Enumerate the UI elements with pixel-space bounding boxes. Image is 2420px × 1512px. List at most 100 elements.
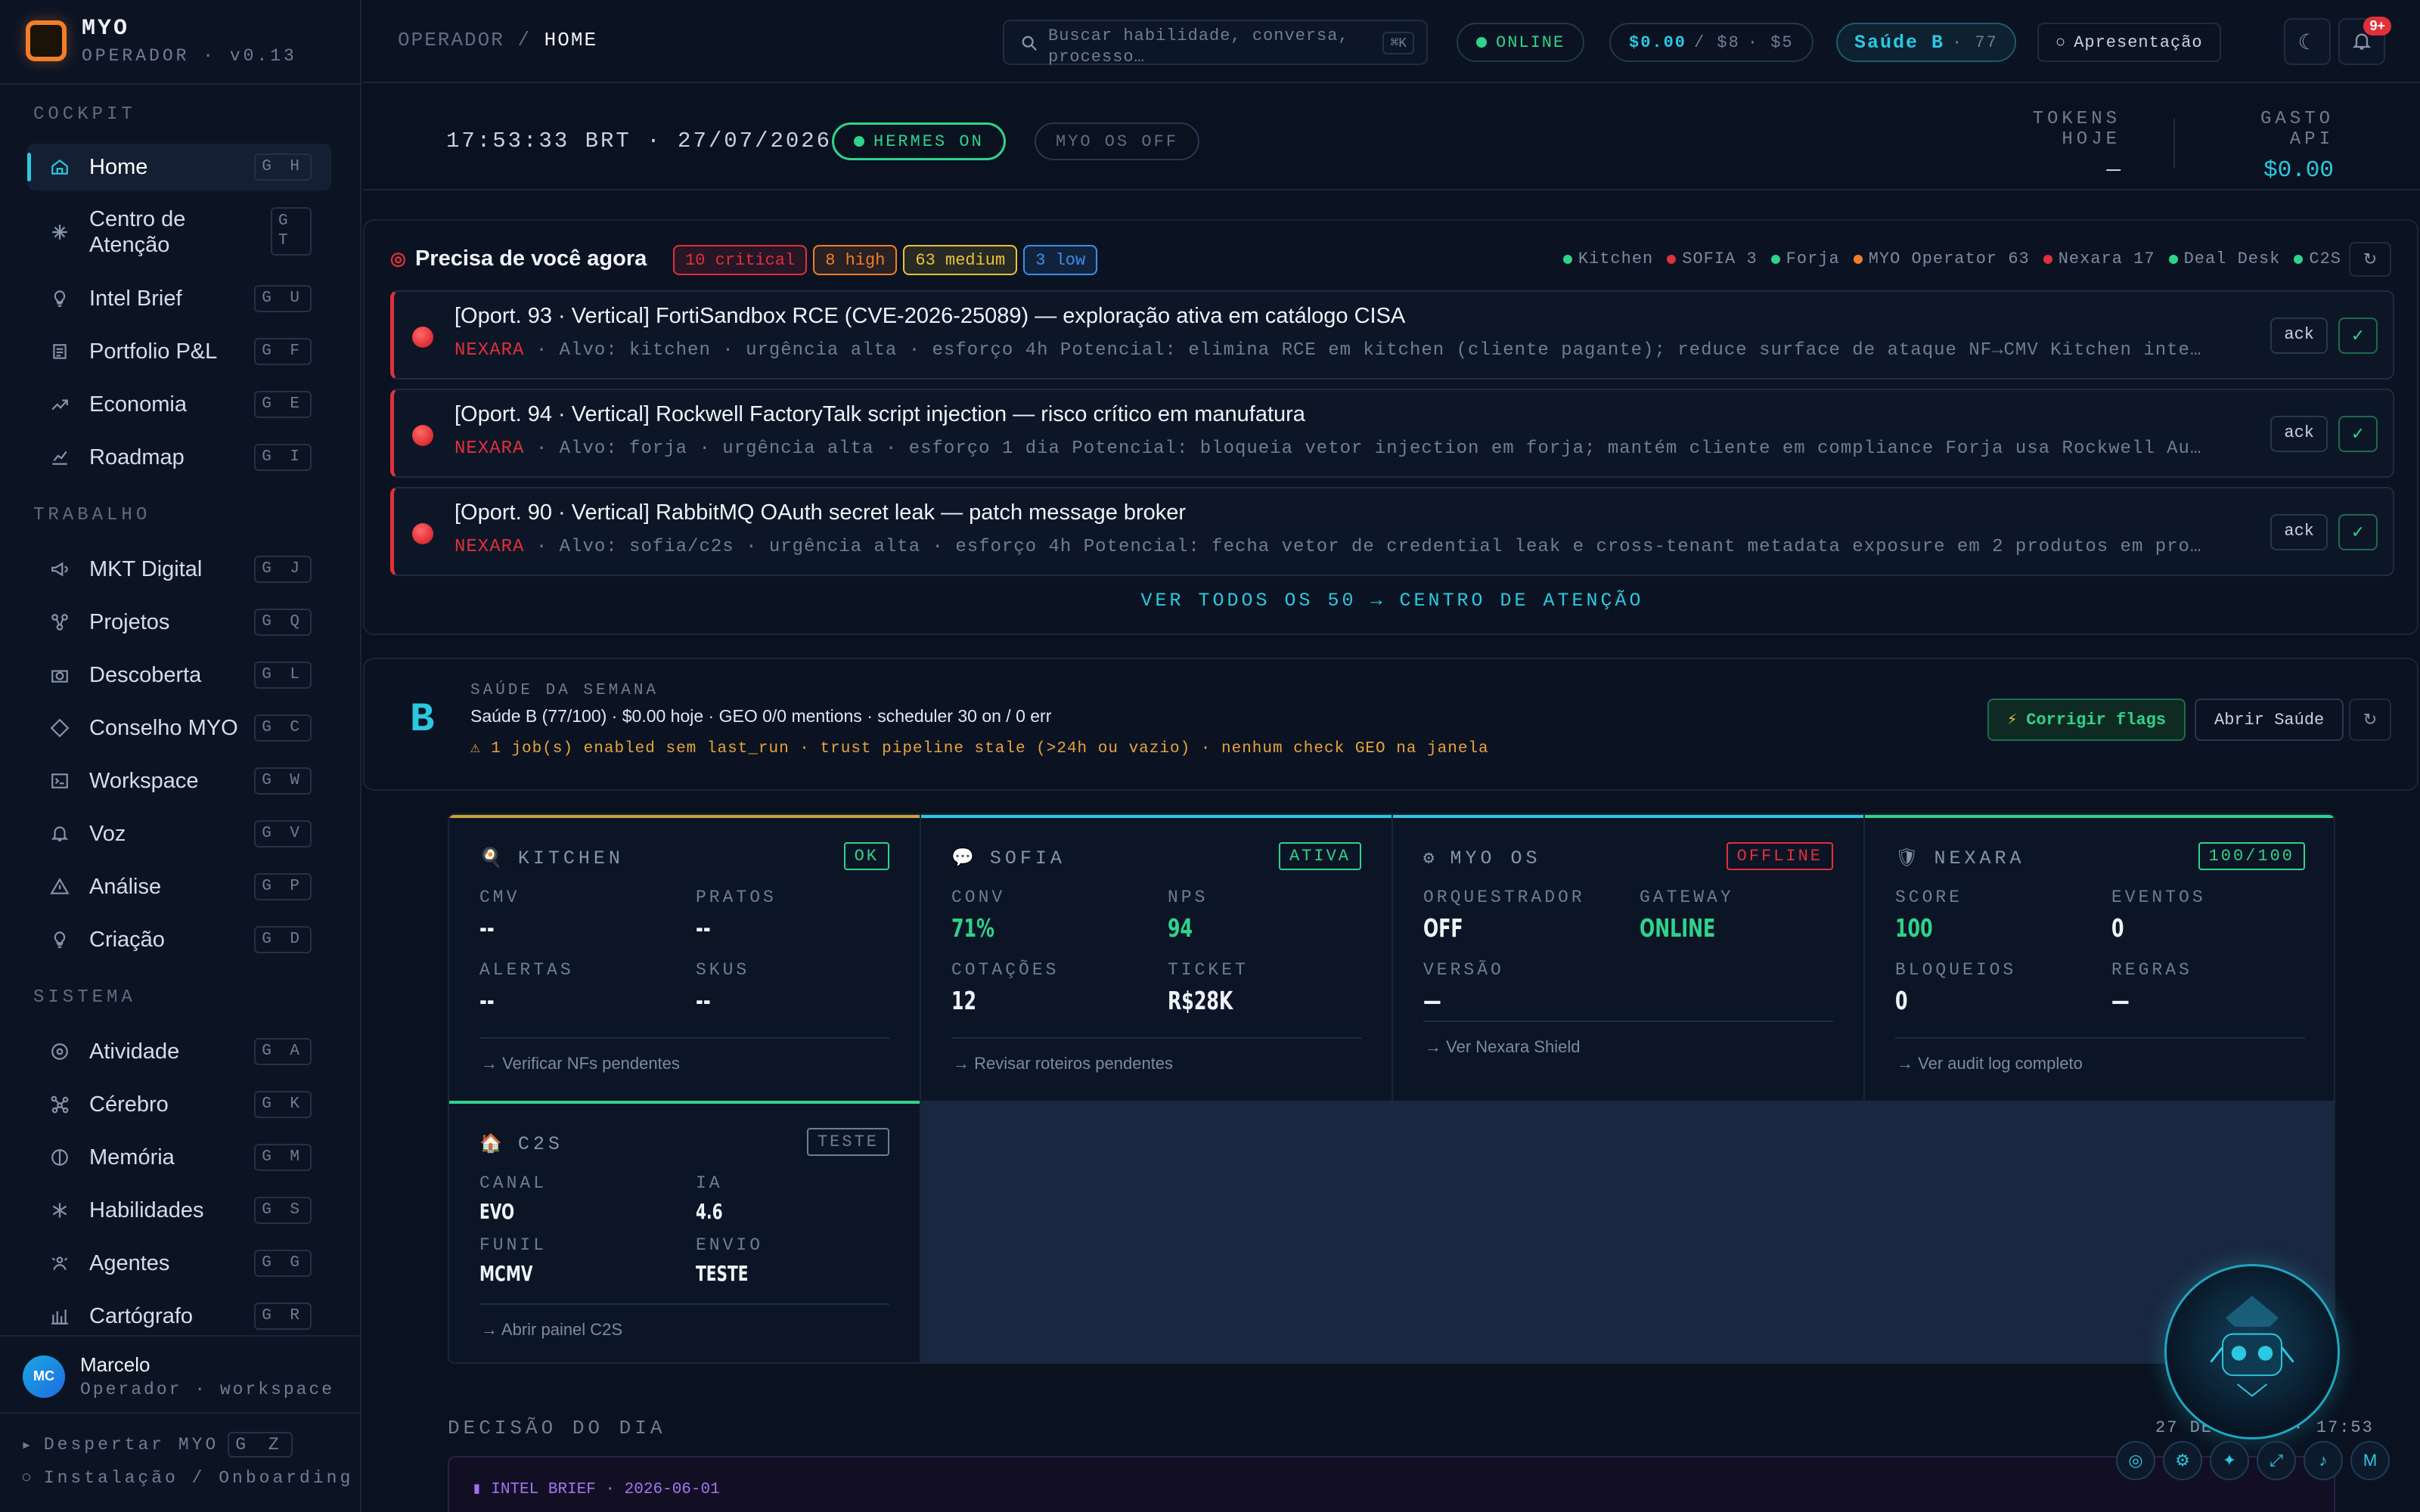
- spend-value: $0.00: [2263, 157, 2334, 184]
- theme-toggle-button[interactable]: ☾: [2284, 18, 2331, 65]
- sidebar-item-criacao[interactable]: Criação G D: [27, 916, 331, 963]
- assistant-avatar[interactable]: [2164, 1264, 2340, 1439]
- sidebar-item-mkt-digital[interactable]: MKT Digital G J: [27, 546, 331, 593]
- needs-title-text: Precisa de você agora: [414, 246, 647, 271]
- card-divider: [1895, 1037, 2305, 1039]
- menu-m-icon[interactable]: M: [2350, 1441, 2390, 1480]
- sidebar-item-label: Portfolio P&L: [89, 339, 218, 364]
- sidebar-section-trabalho: TRABALHO: [33, 505, 151, 525]
- severity-badge[interactable]: 10 critical: [673, 245, 808, 275]
- sidebar-item-cerebro[interactable]: Cérebro G K: [27, 1081, 331, 1128]
- notifications-button[interactable]: 9+: [2338, 17, 2391, 65]
- search-input[interactable]: Buscar habilidade, conversa, processo… ⌘…: [1003, 20, 1428, 67]
- sidebar-item-descoberta[interactable]: Descoberta G L: [27, 652, 331, 699]
- product-card-kitchen[interactable]: 🍳 KITCHEN OK CMV -- PRATOS -- ALERTAS -- SKUS -- → …: [449, 815, 921, 1101]
- product-card-c2s[interactable]: 🏠 C2S TESTE CANAL EVO IA 4.6 FUNIL MCMV ENVIO TEST…: [449, 1101, 921, 1362]
- megaphone-icon: [48, 558, 71, 581]
- music-icon[interactable]: ♪: [2304, 1441, 2343, 1480]
- metric-label: FUNIL: [479, 1235, 548, 1255]
- expand-icon[interactable]: ⤢: [2257, 1441, 2296, 1480]
- sidebar-item-roadmap[interactable]: Roadmap G I: [27, 434, 331, 481]
- sidebar-item-workspace[interactable]: Workspace G W: [27, 758, 331, 804]
- decision-card[interactable]: ▮ INTEL BRIEF · 2026-06-01: [448, 1456, 2335, 1512]
- sidebar-item-economia[interactable]: Economia G E: [27, 381, 331, 428]
- card-action-link[interactable]: → Revisar roteiros pendentes: [953, 1054, 1173, 1074]
- sidebar-item-home[interactable]: Home G H: [27, 144, 331, 191]
- card-action-label: Verificar NFs pendentes: [502, 1054, 680, 1073]
- ack-button[interactable]: ack: [2270, 514, 2328, 550]
- product-card-myo-os[interactable]: ⚙ MYO OS OFFLINE ORQUESTRADOR OFF GATEWAY ONLI…: [1393, 815, 1865, 1101]
- product-card-nexara[interactable]: 🛡 NEXARA 100/100 SCORE 100 EVENTOS 0 BLOQUEIOS 0…: [1865, 815, 2334, 1101]
- health-score-pill[interactable]: Saúde B · 77: [1836, 23, 2016, 62]
- search-placeholder: Buscar habilidade, conversa, processo…: [1048, 26, 1349, 67]
- budget-pill[interactable]: $0.00 / $8 · $5: [1609, 23, 1813, 62]
- sidebar-item-atividade[interactable]: Atividade G A: [27, 1028, 331, 1075]
- ack-button[interactable]: ack: [2270, 416, 2328, 452]
- card-action-link[interactable]: → Verificar NFs pendentes: [481, 1054, 680, 1074]
- resolve-button[interactable]: ✓: [2338, 514, 2378, 550]
- refresh-needs-button[interactable]: ↻: [2349, 242, 2391, 277]
- open-health-button[interactable]: Abrir Saúde: [2195, 699, 2344, 741]
- alert-item[interactable]: [Oport. 94 · Vertical] Rockwell FactoryT…: [390, 389, 2394, 478]
- sidebar-item-conselho-myo[interactable]: Conselho MYO G C: [27, 705, 331, 751]
- card-action-link[interactable]: → Ver Nexara Shield: [1425, 1037, 1580, 1057]
- alert-item[interactable]: [Oport. 90 · Vertical] RabbitMQ OAuth se…: [390, 487, 2394, 576]
- sidebar-item-agentes[interactable]: Agentes G G: [27, 1240, 331, 1287]
- presentation-button[interactable]: ○ Apresentação: [2037, 23, 2221, 62]
- legend-item[interactable]: Nexara 17: [2043, 249, 2155, 268]
- card-action-link[interactable]: → Abrir painel C2S: [481, 1320, 622, 1340]
- sidebar-item-analise[interactable]: Análise G P: [27, 863, 331, 910]
- nexara-icon: 🛡: [1895, 849, 1922, 869]
- severity-badge[interactable]: 3 low: [1023, 245, 1098, 275]
- onboarding-link[interactable]: ○ Instalação / Onboarding: [21, 1468, 353, 1488]
- ack-button[interactable]: ack: [2270, 318, 2328, 354]
- presentation-label: Apresentação: [2074, 33, 2203, 52]
- myo-os-status-chip[interactable]: MYO OS OFF: [1035, 122, 1200, 160]
- sidebar-item-shortcut: G P: [254, 873, 312, 900]
- see-all-link[interactable]: VER TODOS OS 50 → CENTRO DE ATENÇÃO: [365, 590, 2420, 612]
- card-status-tag: OFFLINE: [1726, 842, 1833, 870]
- settings-icon[interactable]: ⚙: [2163, 1441, 2202, 1480]
- breadcrumb-root[interactable]: OPERADOR: [398, 29, 504, 51]
- hermes-status-chip[interactable]: HERMES ON: [832, 122, 1006, 160]
- sidebar-item-intel-brief[interactable]: Intel Brief G U: [27, 275, 331, 322]
- legend-dot-icon: [1853, 254, 1863, 264]
- resolve-button[interactable]: ✓: [2338, 416, 2378, 452]
- card-action-link[interactable]: → Ver audit log completo: [1897, 1054, 2083, 1074]
- resolve-button[interactable]: ✓: [2338, 318, 2378, 354]
- severity-badge[interactable]: 63 medium: [903, 245, 1018, 275]
- online-status-badge: ONLINE: [1457, 23, 1585, 62]
- legend-item[interactable]: Deal Desk: [2168, 249, 2281, 268]
- brand[interactable]: MYO OPERADOR · v0.13: [26, 16, 297, 66]
- sofia-icon: 💬: [951, 849, 978, 869]
- metric-value: 100: [1895, 913, 1933, 943]
- sidebar-item-habilidades[interactable]: Habilidades G S: [27, 1187, 331, 1234]
- critical-dot-icon: [412, 327, 433, 348]
- legend-item[interactable]: MYO Operator 63: [1853, 249, 2030, 268]
- sidebar-item-portfolio-p-l[interactable]: Portfolio P&L G F: [27, 328, 331, 375]
- sidebar-item-projetos[interactable]: Projetos G Q: [27, 599, 331, 646]
- fix-flags-button[interactable]: ⚡ Corrigir flags: [1987, 699, 2186, 741]
- sidebar-item-shortcut: G L: [254, 662, 312, 689]
- alert-title: [Oport. 93 · Vertical] FortiSandbox RCE …: [455, 304, 1406, 328]
- legend-item[interactable]: C2S: [2294, 249, 2341, 268]
- wake-myo-button[interactable]: ▸ Despertar MYO G Z: [21, 1432, 293, 1458]
- legend-dot-icon: [2294, 254, 2304, 264]
- legend-item[interactable]: SOFIA 3: [1667, 249, 1757, 268]
- radar-icon[interactable]: ◎: [2116, 1441, 2155, 1480]
- sidebar-item-centro-de-atencao[interactable]: Centro de Atenção G T: [27, 197, 331, 268]
- product-card-sofia[interactable]: 💬 SOFIA ATIVA CONV 71% NPS 94 COTAÇÕES 12 TICKET R…: [921, 815, 1393, 1101]
- legend-item[interactable]: Forja: [1770, 249, 1840, 268]
- legend-item[interactable]: Kitchen: [1562, 249, 1653, 268]
- alert-item[interactable]: [Oport. 93 · Vertical] FortiSandbox RCE …: [390, 290, 2394, 380]
- star-icon[interactable]: ✦: [2210, 1441, 2249, 1480]
- metric-value: EVO: [479, 1199, 515, 1224]
- sidebar-item-voz[interactable]: Voz G V: [27, 810, 331, 857]
- sidebar-item-memoria[interactable]: Memória G M: [27, 1134, 331, 1181]
- refresh-health-button[interactable]: ↻: [2349, 699, 2391, 741]
- user-profile[interactable]: MC Marcelo Operador · workspace: [23, 1353, 334, 1399]
- card-accent-bar: [921, 815, 1392, 818]
- sidebar-item-cartografo[interactable]: Cartógrafo G R: [27, 1293, 331, 1340]
- severity-badge[interactable]: 8 high: [813, 245, 898, 275]
- metric-value: --: [479, 913, 495, 943]
